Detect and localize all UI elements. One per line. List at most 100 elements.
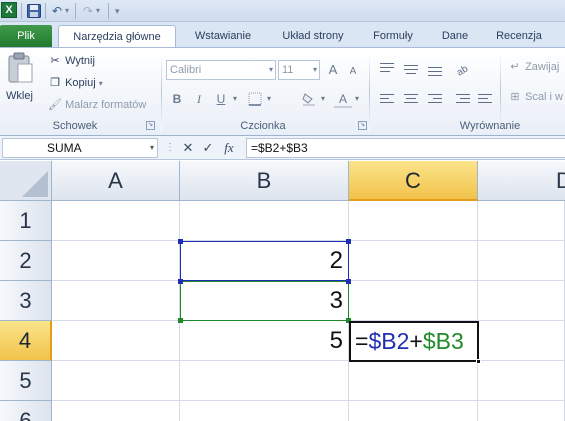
drag-handle-icon[interactable]: ⋮ [162, 139, 178, 157]
redo-icon[interactable]: ↷ [80, 3, 96, 19]
row-header-5[interactable]: 5 [0, 361, 52, 401]
row-header-1[interactable]: 1 [0, 201, 52, 241]
chevron-down-icon: ▾ [268, 65, 273, 74]
row-header-2[interactable]: 2 [0, 241, 52, 281]
cell-c2[interactable] [349, 241, 478, 281]
cell-c5[interactable] [349, 361, 478, 401]
cancel-icon[interactable]: ✕ [180, 139, 196, 157]
font-color-button[interactable]: A [334, 90, 352, 108]
merge-center-button[interactable]: ⊞ Scal i w [508, 90, 563, 104]
align-center-icon[interactable] [402, 90, 420, 108]
formula-bar: SUMA ▾ ⋮ ✕ ✓ fx =$B2+$B3 [0, 136, 565, 160]
reference-handle[interactable] [346, 279, 351, 284]
font-name-combo[interactable]: Calibri ▾ [166, 60, 276, 80]
reference-handle[interactable] [346, 239, 351, 244]
tab-page-layout[interactable]: Układ strony [268, 25, 358, 47]
column-header-c[interactable]: C [349, 161, 478, 201]
tab-formulas[interactable]: Formuły [360, 25, 426, 47]
cell-c3[interactable] [349, 281, 478, 321]
insert-function-icon[interactable]: fx [221, 139, 237, 157]
tab-data[interactable]: Dane [428, 25, 482, 47]
format-painter-button[interactable]: 🖌 Malarz formatów [48, 98, 146, 112]
borders-icon[interactable] [246, 90, 264, 108]
excel-logo-icon[interactable]: X [1, 2, 17, 18]
row-header-6[interactable]: 6 [0, 401, 52, 421]
paste-label: Wklej [6, 90, 33, 102]
font-launcher-icon[interactable]: ↘ [358, 121, 367, 130]
name-box[interactable]: SUMA ▾ [2, 138, 158, 158]
tab-file[interactable]: Plik [0, 25, 52, 47]
align-right-icon[interactable] [426, 90, 444, 108]
font-size-value: 11 [282, 64, 294, 76]
wrap-text-button[interactable]: ↵ Zawijaj [508, 60, 559, 74]
copy-button[interactable]: ❐ Kopiuj ▾ [48, 76, 103, 90]
grow-font-icon[interactable]: A [324, 61, 342, 79]
paste-button[interactable]: Wklej [4, 52, 40, 112]
tab-insert[interactable]: Wstawianie [180, 25, 266, 47]
column-header-b[interactable]: B [180, 161, 349, 201]
underline-dropdown-icon[interactable]: ▾ [230, 90, 240, 108]
cell-b4[interactable]: 5 [180, 321, 349, 361]
copy-dropdown-icon[interactable]: ▾ [99, 79, 103, 88]
tab-home[interactable]: Narzędzia główne [58, 25, 176, 48]
cut-label: Wytnij [65, 54, 95, 67]
cell-a3[interactable] [52, 281, 180, 321]
cell-c6[interactable] [349, 401, 478, 421]
align-bottom-icon[interactable] [426, 60, 444, 78]
cell-a6[interactable] [52, 401, 180, 421]
cell-d5[interactable] [478, 361, 565, 401]
indent-icon[interactable] [454, 90, 472, 108]
reference-handle[interactable] [178, 279, 183, 284]
orientation-icon[interactable]: ab [454, 60, 472, 78]
active-cell-c4[interactable]: =$B2+$B3 [349, 321, 479, 362]
cell-b1[interactable] [180, 201, 349, 241]
cell-a5[interactable] [52, 361, 180, 401]
reference-handle[interactable] [178, 239, 183, 244]
column-header-d[interactable]: D [478, 161, 565, 201]
undo-dropdown-icon[interactable]: ▾ [65, 3, 73, 19]
fill-color-dropdown-icon[interactable]: ▾ [318, 90, 328, 108]
outdent-icon[interactable] [476, 90, 494, 108]
cell-d3[interactable] [478, 281, 565, 321]
redo-dropdown-icon[interactable]: ▾ [96, 3, 104, 19]
cell-d4[interactable] [478, 321, 565, 361]
chevron-down-icon[interactable]: ▾ [150, 139, 154, 157]
cell-a2[interactable] [52, 241, 180, 281]
undo-icon[interactable]: ↶ [49, 3, 65, 19]
fill-handle[interactable] [476, 359, 481, 364]
font-color-dropdown-icon[interactable]: ▾ [352, 90, 362, 108]
clipboard-launcher-icon[interactable]: ↘ [146, 121, 155, 130]
underline-button[interactable]: U [212, 90, 230, 108]
borders-dropdown-icon[interactable]: ▾ [264, 90, 274, 108]
tab-review[interactable]: Recenzja [484, 25, 554, 47]
name-box-value: SUMA [47, 141, 82, 155]
enter-icon[interactable]: ✓ [200, 139, 216, 157]
align-top-icon[interactable] [378, 60, 396, 78]
cell-b5[interactable] [180, 361, 349, 401]
clipboard-group-label: Schowek [52, 120, 98, 132]
save-icon[interactable] [26, 3, 42, 19]
row-header-4[interactable]: 4 [0, 321, 52, 361]
cell-d2[interactable] [478, 241, 565, 281]
row-header-3[interactable]: 3 [0, 281, 52, 321]
cell-d6[interactable] [478, 401, 565, 421]
paste-icon [8, 52, 33, 83]
align-left-icon[interactable] [378, 90, 396, 108]
align-middle-icon[interactable] [402, 60, 420, 78]
column-header-a[interactable]: A [52, 161, 180, 201]
cell-d1[interactable] [478, 201, 565, 241]
formula-input[interactable]: =$B2+$B3 [246, 138, 565, 158]
select-all-corner[interactable] [0, 161, 52, 201]
fill-color-icon[interactable] [300, 90, 318, 108]
customize-qat-icon[interactable]: ▾ [115, 3, 125, 19]
reference-handle[interactable] [178, 318, 183, 323]
italic-button[interactable]: I [190, 90, 208, 108]
cut-button[interactable]: ✂ Wytnij [48, 54, 95, 68]
cell-a4[interactable] [52, 321, 180, 361]
shrink-font-icon[interactable]: A [344, 63, 362, 81]
bold-button[interactable]: B [168, 90, 186, 108]
cell-a1[interactable] [52, 201, 180, 241]
cell-b6[interactable] [180, 401, 349, 421]
font-size-combo[interactable]: 11 ▾ [278, 60, 320, 80]
cell-c1[interactable] [349, 201, 478, 241]
